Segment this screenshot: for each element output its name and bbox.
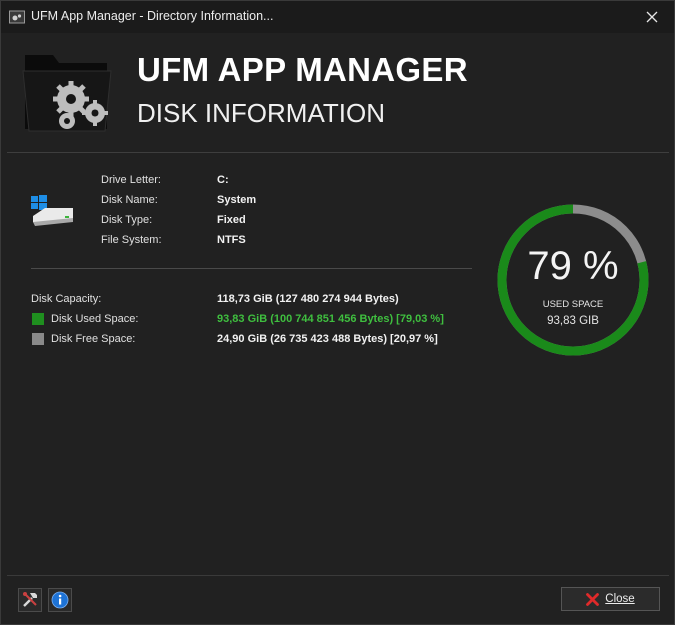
gauge-percent: 79 % xyxy=(527,244,619,288)
header-divider xyxy=(7,152,669,153)
red-x-icon xyxy=(586,592,600,606)
dialog-window: UFM App Manager - Directory Information.… xyxy=(0,0,675,625)
info-icon xyxy=(51,591,69,609)
tools-icon xyxy=(23,592,37,607)
used-space-legend-swatch xyxy=(32,313,44,325)
info-button[interactable] xyxy=(48,588,72,612)
gauge-label: USED SPACE xyxy=(542,299,604,310)
disk-name-label: Disk Name: xyxy=(101,194,158,206)
disk-type-value: Fixed xyxy=(217,214,246,226)
close-button[interactable]: Close xyxy=(561,587,660,611)
disk-type-label: Disk Type: xyxy=(101,214,153,226)
file-system-value: NTFS xyxy=(217,234,246,246)
window-title: UFM App Manager - Directory Information.… xyxy=(31,9,274,23)
file-system-label: File System: xyxy=(101,234,162,246)
title-bar[interactable]: UFM App Manager - Directory Information.… xyxy=(1,1,674,33)
folder-gears-icon xyxy=(22,55,112,132)
disk-used-label: Disk Used Space: xyxy=(51,313,139,325)
info-divider xyxy=(31,268,472,269)
drive-letter-value: C: xyxy=(217,174,229,186)
windows-drive-icon xyxy=(31,195,73,226)
close-button-label: Close xyxy=(605,593,635,605)
drive-letter-label: Drive Letter: xyxy=(101,174,161,186)
disk-name-value: System xyxy=(217,194,257,206)
gauge-used-amount: 93,83 GIB xyxy=(547,315,599,327)
close-icon xyxy=(646,11,658,23)
footer-divider xyxy=(7,575,669,576)
free-space-legend-swatch xyxy=(32,333,44,345)
page-subtitle: DISK INFORMATION xyxy=(137,98,385,128)
disk-capacity-value: 118,73 GiB (127 480 274 944 Bytes) xyxy=(217,293,399,305)
disk-free-label: Disk Free Space: xyxy=(51,333,136,345)
disk-free-value: 24,90 GiB (26 735 423 488 Bytes) [20,97 … xyxy=(217,333,438,345)
disk-used-value: 93,83 GiB (100 744 851 456 Bytes) [79,03… xyxy=(217,313,444,325)
tools-button[interactable] xyxy=(18,588,42,612)
app-title: UFM APP MANAGER xyxy=(137,51,468,88)
app-icon xyxy=(9,10,25,24)
window-close-button[interactable] xyxy=(639,5,665,29)
disk-capacity-label: Disk Capacity: xyxy=(31,293,102,305)
